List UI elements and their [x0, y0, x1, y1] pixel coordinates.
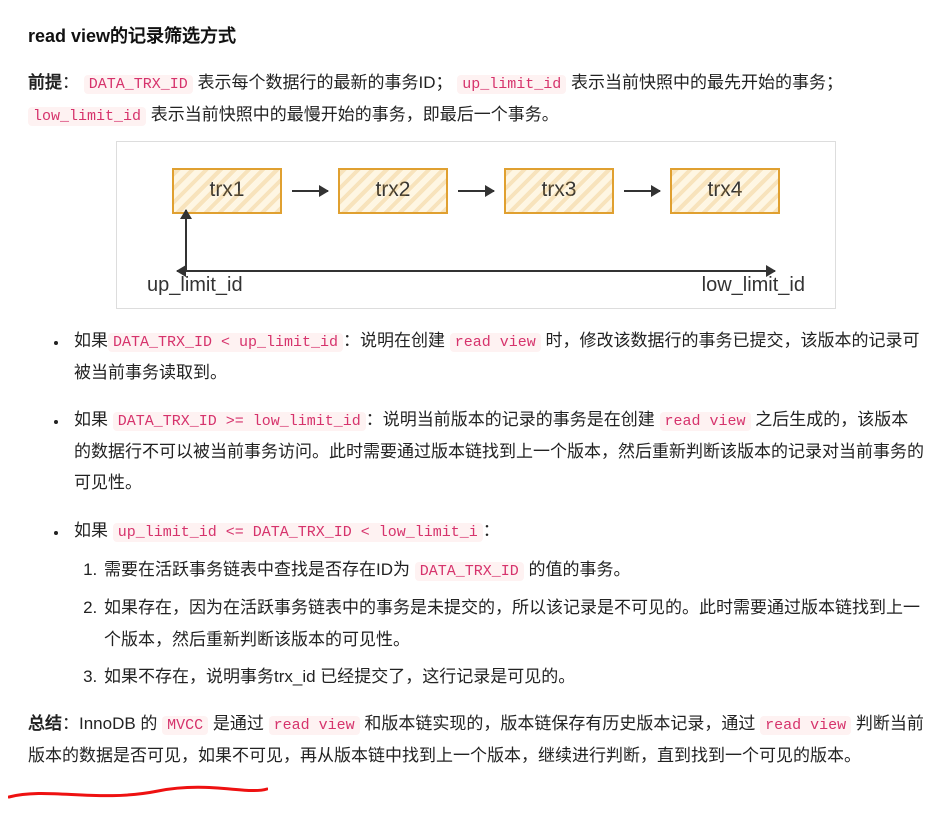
- trx-box-1: trx1: [172, 168, 282, 214]
- trx-row: trx1 trx2 trx3 trx4: [117, 142, 835, 222]
- up-arrow-icon: [185, 210, 187, 272]
- sub-rule-2: 如果存在，因为在活跃事务链表中的事务是未提交的，所以该记录是不可见的。此时需要通…: [102, 592, 924, 655]
- code-up-limit-id: up_limit_id: [457, 75, 566, 94]
- sub-rules-list: 需要在活跃事务链表中查找是否存在ID为 DATA_TRX_ID 的值的事务。 如…: [74, 554, 924, 692]
- code-cond-3: up_limit_id <= DATA_TRX_ID < low_limit_i: [113, 523, 483, 542]
- trx-box-3: trx3: [504, 168, 614, 214]
- arrow-right-icon: [292, 190, 328, 192]
- code-cond-2: DATA_TRX_ID >= low_limit_id: [113, 412, 366, 431]
- premise-paragraph: 前提： DATA_TRX_ID 表示每个数据行的最新的事务ID； up_limi…: [28, 67, 924, 131]
- double-arrow-icon: [177, 270, 775, 272]
- axis-label-left: up_limit_id: [147, 267, 243, 304]
- premise-seg1: 表示每个数据行的最新的事务ID；: [198, 73, 453, 92]
- axis: up_limit_id low_limit_id: [161, 222, 791, 302]
- code-mvcc: MVCC: [162, 716, 208, 735]
- rules-list: 如果DATA_TRX_ID < up_limit_id：说明在创建 read v…: [28, 325, 924, 693]
- arrow-right-icon: [458, 190, 494, 192]
- code-data-trx-id: DATA_TRX_ID: [84, 75, 193, 94]
- code-read-view: read view: [760, 716, 851, 735]
- premise-label: 前提: [28, 73, 62, 92]
- summary-label: 总结: [28, 714, 62, 733]
- code-read-view: read view: [660, 412, 751, 431]
- sub-rule-3: 如果不存在，说明事务trx_id 已经提交了，这行记录是可见的。: [102, 661, 924, 692]
- trx-box-4: trx4: [670, 168, 780, 214]
- sub-rule-1: 需要在活跃事务链表中查找是否存在ID为 DATA_TRX_ID 的值的事务。: [102, 554, 924, 586]
- arrow-right-icon: [624, 190, 660, 192]
- axis-label-right: low_limit_id: [702, 267, 805, 304]
- code-read-view: read view: [269, 716, 360, 735]
- summary-paragraph: 总结：InnoDB 的 MVCC 是通过 read view 和版本链实现的，版…: [28, 708, 924, 771]
- code-low-limit-id: low_limit_id: [28, 107, 146, 126]
- rule-item-3: 如果 up_limit_id <= DATA_TRX_ID < low_limi…: [68, 515, 924, 693]
- premise-seg2: 表示当前快照中的最先开始的事务；: [571, 73, 843, 92]
- trx-box-2: trx2: [338, 168, 448, 214]
- code-cond-1: DATA_TRX_ID < up_limit_id: [108, 333, 343, 352]
- section-title: read view的记录筛选方式: [28, 20, 924, 53]
- trx-diagram: trx1 trx2 trx3 trx4 up_limit_id low_limi…: [116, 141, 836, 309]
- rule-item-1: 如果DATA_TRX_ID < up_limit_id：说明在创建 read v…: [68, 325, 924, 388]
- premise-seg3: 表示当前快照中的最慢开始的事务，即最后一个事务。: [151, 105, 559, 124]
- rule-item-2: 如果 DATA_TRX_ID >= low_limit_id：说明当前版本的记录…: [68, 404, 924, 499]
- hand-underline-icon: [8, 783, 268, 803]
- code-data-trx-id: DATA_TRX_ID: [415, 562, 524, 581]
- code-read-view: read view: [450, 333, 541, 352]
